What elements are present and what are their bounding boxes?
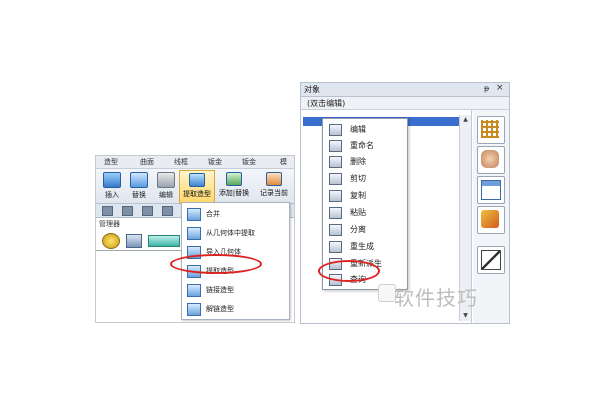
- context-item-copy[interactable]: 复制: [325, 188, 405, 203]
- pin-icon[interactable]: ᵽ: [484, 84, 489, 93]
- table-tool-button[interactable]: [477, 176, 505, 204]
- pencil-icon: [481, 250, 501, 270]
- edit-tool-button[interactable]: [477, 246, 505, 274]
- close-icon[interactable]: ×: [496, 83, 504, 93]
- manager-label: 管理器: [99, 220, 120, 228]
- link-shape-icon: [187, 284, 201, 297]
- panel-sidebar: [473, 110, 509, 323]
- regenerate-icon: [329, 241, 342, 253]
- menu-bar: 造型 曲面 线框 钣金 钣金 模: [96, 156, 294, 169]
- scroll-down-icon[interactable]: ▼: [460, 311, 471, 321]
- merge-icon: [187, 208, 201, 221]
- panel-title: 对象: [304, 85, 320, 94]
- dropdown-item-merge[interactable]: 合并: [184, 205, 287, 223]
- context-item-rename[interactable]: 重命名: [325, 138, 405, 153]
- unlink-shape-icon: [187, 303, 201, 316]
- manager-toolbar: [96, 230, 186, 250]
- extract-shape-button[interactable]: 提取造型: [179, 170, 215, 204]
- context-item-delete[interactable]: 删除: [325, 154, 405, 169]
- panel-titlebar: 对象 ᵽ ×: [301, 83, 509, 97]
- tool-icon[interactable]: [102, 206, 113, 216]
- hand-tool-button[interactable]: [477, 146, 505, 174]
- watermark-text: 软件技巧: [394, 286, 478, 310]
- grid-tool-button[interactable]: [477, 116, 505, 144]
- table-icon: [481, 180, 501, 200]
- grid-icon: [481, 120, 499, 138]
- copy-icon: [329, 190, 342, 202]
- context-item-regenerate[interactable]: 重生成: [325, 239, 405, 254]
- manager-tool-icon[interactable]: [126, 234, 142, 248]
- menu-item-sheet2[interactable]: 钣金: [242, 156, 256, 168]
- sun-icon[interactable]: [102, 233, 120, 249]
- hand-icon: [481, 150, 499, 168]
- context-item-paste[interactable]: 粘贴: [325, 205, 405, 220]
- separate-icon: [329, 224, 342, 236]
- insert-button[interactable]: 插入: [100, 170, 124, 202]
- plate-icon[interactable]: [148, 235, 180, 247]
- edit-icon: [157, 172, 175, 188]
- extract-shape-icon: [189, 173, 205, 187]
- assembly-tool-button[interactable]: [477, 206, 505, 234]
- highlight-ellipse: [170, 254, 262, 274]
- highlight-ellipse: [318, 260, 380, 282]
- menu-item-more[interactable]: 模: [280, 156, 287, 168]
- record-current-button[interactable]: 记录当前: [254, 170, 294, 202]
- menu-item-sheet1[interactable]: 钣金: [208, 156, 222, 168]
- dropdown-item-extract-from-geometry[interactable]: 从几何体中提取: [184, 224, 287, 242]
- context-item-separate[interactable]: 分离: [325, 222, 405, 237]
- panel-hint-bar: (双击编辑): [301, 97, 509, 110]
- tool-icon[interactable]: [162, 206, 173, 216]
- scissors-icon: [329, 173, 342, 185]
- tool-icon[interactable]: [142, 206, 153, 216]
- divider: [96, 250, 182, 251]
- add-replace-button[interactable]: 添加|替换: [216, 170, 252, 202]
- menu-item-wireframe[interactable]: 线框: [174, 156, 188, 168]
- dropdown-item-unlink-shape[interactable]: 解链造型: [184, 300, 287, 318]
- replace-icon: [130, 172, 148, 188]
- paste-icon: [329, 207, 342, 219]
- edit-button[interactable]: 编辑: [154, 170, 178, 202]
- extract-geometry-icon: [187, 227, 201, 240]
- insert-icon: [103, 172, 121, 188]
- dropdown-item-link-shape[interactable]: 链接造型: [184, 281, 287, 299]
- record-icon: [266, 172, 282, 186]
- replace-button[interactable]: 替换: [127, 170, 151, 202]
- assembly-icon: [481, 210, 499, 228]
- add-replace-icon: [226, 172, 242, 186]
- delete-icon: [329, 156, 342, 168]
- rename-icon: [329, 140, 342, 152]
- context-item-edit[interactable]: 编辑: [325, 122, 405, 137]
- edit-icon: [329, 124, 342, 136]
- menu-item-model[interactable]: 造型: [104, 156, 118, 168]
- left-app-window: 造型 曲面 线框 钣金 钣金 模 插入 替换 编辑 提取造型 添加|替换 记录当…: [95, 155, 295, 323]
- tool-icon[interactable]: [122, 206, 133, 216]
- panel-hint: (双击编辑): [307, 99, 346, 108]
- scroll-up-icon[interactable]: ▲: [460, 115, 471, 125]
- context-item-cut[interactable]: 剪切: [325, 171, 405, 186]
- menu-item-surface[interactable]: 曲面: [140, 156, 154, 168]
